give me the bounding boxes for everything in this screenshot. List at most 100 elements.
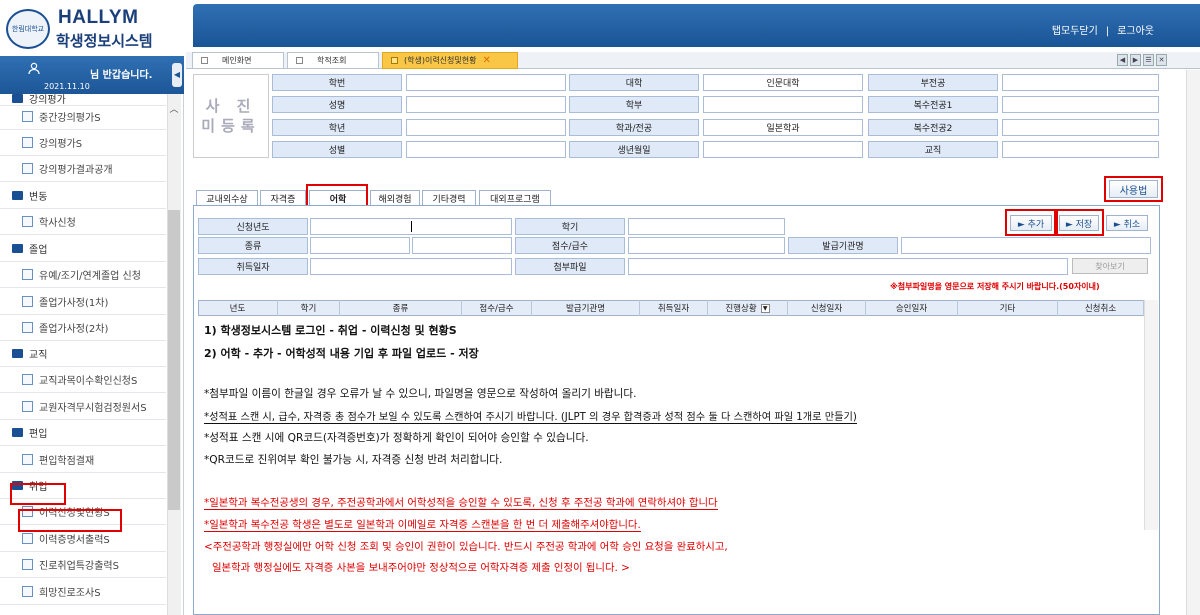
tab-page-icon — [391, 57, 398, 64]
sidebar-item-label: 이력증명서출력S — [39, 535, 110, 546]
attachment-note: ※첨부파일명을 영문으로 저장해 주시기 바랍니다.(50자이내) — [890, 282, 1100, 291]
acquired-date-input[interactable] — [310, 258, 512, 275]
tab-next-icon[interactable]: ▶ — [1130, 54, 1141, 66]
info-label: 학부 — [569, 96, 699, 113]
sidebar-item-19[interactable]: 희망진로조사S — [0, 579, 166, 605]
tab-page-icon — [201, 57, 208, 64]
instruction-line-10: 일본학과 행정실에도 자격증 사본을 보내주어야만 정상적으로 어학자격증 제출… — [212, 562, 630, 574]
instruction-line-9: <주전공학과 행정실에만 어학 신청 조회 및 승인이 권한이 있습니다. 반드… — [204, 541, 728, 553]
grid-column-header[interactable]: 진행상황 ▼ — [708, 300, 788, 316]
grid-column-header[interactable]: 신청취소 — [1058, 300, 1144, 316]
folder-icon — [12, 244, 23, 253]
grid-column-header[interactable]: 점수/급수 — [462, 300, 532, 316]
grid-column-header[interactable]: 승인일자 — [866, 300, 958, 316]
sidebar-item-5[interactable]: 학사신청 — [0, 209, 166, 235]
tab-main[interactable]: 메인화면 — [192, 52, 284, 69]
sidebar-item-9[interactable]: 졸업가사정(2차) — [0, 315, 166, 341]
login-date: 2021.11.10 — [44, 82, 90, 91]
grid-scrollbar[interactable] — [1144, 300, 1158, 530]
highlight-save-button — [1056, 209, 1104, 236]
tab-close-icon[interactable]: ✕ — [482, 55, 490, 66]
sidebar-item-2[interactable]: 강의평가S — [0, 130, 166, 156]
welcome-text: 님 반갑습니다. — [90, 70, 153, 81]
sidebar-item-14[interactable]: 편입학점결재 — [0, 447, 166, 473]
type-detail-input[interactable] — [412, 237, 512, 254]
issuer-input[interactable] — [901, 237, 1151, 254]
tab-records[interactable]: 학적조회 — [287, 52, 379, 69]
logout-link[interactable]: 로그아웃 — [1117, 26, 1154, 37]
info-value — [406, 141, 566, 158]
link-separator: | — [1105, 26, 1110, 37]
subtab-certificate[interactable]: 자격증 — [260, 190, 306, 206]
sidebar-item-6[interactable]: 졸업 — [0, 236, 166, 262]
sidebar-item-8[interactable]: 졸업가사정(1차) — [0, 289, 166, 315]
info-value — [406, 119, 566, 136]
info-label: 성별 — [272, 141, 402, 158]
info-label: 교직 — [868, 141, 998, 158]
semester-input[interactable] — [628, 218, 785, 235]
grid-column-header[interactable]: 년도 — [198, 300, 278, 316]
attachment-input[interactable] — [628, 258, 1068, 275]
sidebar-item-18[interactable]: 진로취업특강출력S — [0, 552, 166, 578]
info-label: 학번 — [272, 74, 402, 91]
grid-column-label: 승인일자 — [895, 304, 928, 314]
score-input[interactable] — [628, 237, 785, 254]
sidebar-item-10[interactable]: 교직 — [0, 341, 166, 367]
document-icon — [22, 401, 33, 412]
sidebar-item-13[interactable]: 편입 — [0, 420, 166, 446]
tab-list-icon[interactable]: ☰ — [1143, 54, 1154, 66]
grid-column-header[interactable]: 학기 — [278, 300, 340, 316]
instruction-line-2: 2) 어학 - 추가 - 어학성적 내용 기입 후 파일 업로드 - 저장 — [204, 347, 479, 360]
semester-label: 학기 — [515, 218, 625, 235]
sidebar-item-label: 중간강의평가S — [39, 113, 101, 124]
page-scrollbar[interactable] — [1186, 70, 1200, 615]
grid-column-header[interactable]: 취득일자 — [640, 300, 708, 316]
subtab-other-career[interactable]: 기타경력 — [422, 190, 476, 206]
document-icon — [22, 111, 33, 122]
info-value — [1002, 119, 1159, 136]
sidebar-item-7[interactable]: 유예/조기/연계졸업 신청 — [0, 262, 166, 288]
close-all-tabs-link[interactable]: 탭모두닫기 — [1052, 26, 1098, 37]
type-select[interactable] — [310, 237, 410, 254]
filter-dropdown-icon[interactable]: ▼ — [760, 303, 770, 313]
tab-close-all-icon[interactable]: ✕ — [1156, 54, 1167, 66]
document-icon — [22, 322, 33, 333]
subtab-awards[interactable]: 교내외수상 — [196, 190, 258, 206]
grid-column-header[interactable]: 발급기관명 — [532, 300, 640, 316]
info-value: 일본학과 — [703, 119, 863, 136]
subtab-overseas[interactable]: 해외경험 — [370, 190, 420, 206]
sidebar-item-11[interactable]: 교직과목이수확인신청S — [0, 367, 166, 393]
document-icon — [22, 296, 33, 307]
grid-column-header[interactable]: 신청일자 — [788, 300, 866, 316]
top-banner: 탭모두닫기 | 로그아웃 — [193, 4, 1200, 47]
tab-label: 메인화면 — [222, 56, 252, 65]
sidebar-item-4[interactable]: 변동 — [0, 183, 166, 209]
grid-column-header[interactable]: 종류 — [340, 300, 462, 316]
find-file-button[interactable]: 찾아보기 — [1072, 258, 1148, 274]
sidebar-item-12[interactable]: 교원자격무시험검정원서S — [0, 394, 166, 420]
grid-column-label: 기타 — [999, 304, 1016, 314]
sidebar-collapse-button[interactable]: ◀ — [172, 63, 182, 87]
scroll-up-arrow-icon[interactable]: ︿ — [168, 102, 180, 116]
sidebar-item-label: 편입 — [29, 429, 48, 440]
apply-year-input[interactable] — [310, 218, 512, 235]
info-value — [1002, 141, 1159, 158]
sidebar-item-label: 교직과목이수확인신청S — [39, 376, 138, 387]
info-label: 복수전공2 — [868, 119, 998, 136]
sidebar-item-3[interactable]: 강의평가결과공개 — [0, 156, 166, 182]
document-icon — [22, 533, 33, 544]
info-label: 학년 — [272, 119, 402, 136]
logo-text-ko: 학생정보시스템 — [56, 32, 153, 50]
tab-career-status[interactable]: (학생)이력신청및현황 ✕ — [382, 52, 518, 69]
tab-prev-icon[interactable]: ◀ — [1117, 54, 1128, 66]
folder-icon — [12, 191, 23, 200]
university-seal: 한림대학교 — [6, 9, 50, 49]
sidebar-scroll-thumb[interactable] — [168, 210, 180, 510]
document-icon — [22, 269, 33, 280]
cancel-button[interactable]: ► 취소 — [1106, 215, 1148, 231]
sidebar-item-1[interactable]: 중간강의평가S — [0, 104, 166, 130]
subtab-external-program[interactable]: 대외프로그램 — [479, 190, 551, 206]
highlight-add-button — [1005, 209, 1056, 236]
grid-column-header[interactable]: 기타 — [958, 300, 1058, 316]
acquired-date-label: 취득일자 — [198, 258, 308, 275]
